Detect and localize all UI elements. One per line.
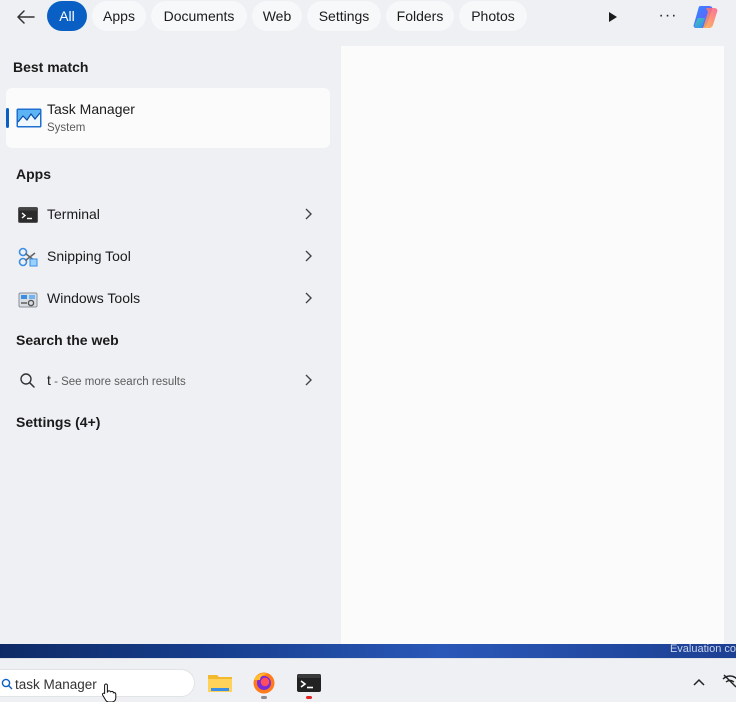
web-search-result[interactable]: t - See more search results	[6, 361, 330, 399]
copilot-icon	[693, 6, 718, 28]
scroll-tabs-button[interactable]	[602, 6, 624, 28]
tab-folders[interactable]: Folders	[386, 1, 454, 31]
terminal-running-indicator	[306, 696, 312, 699]
best-match-result[interactable]: Task Manager System	[6, 88, 330, 148]
apps-heading: Apps	[16, 166, 51, 182]
tab-apps[interactable]: Apps	[92, 1, 146, 31]
taskbar-search-input[interactable]	[15, 674, 175, 694]
network-disconnected-icon[interactable]	[722, 673, 736, 689]
tab-photos[interactable]: Photos	[459, 1, 527, 31]
app-result-snipping-tool[interactable]: Snipping Tool	[6, 237, 330, 275]
taskbar-search-box[interactable]	[0, 669, 195, 697]
chevron-right-icon[interactable]	[304, 250, 312, 262]
app-result-terminal[interactable]: Terminal	[6, 195, 330, 233]
snipping-tool-icon	[18, 247, 38, 267]
firefox-running-indicator	[261, 696, 267, 699]
app-label: Terminal	[47, 206, 100, 222]
chevron-right-icon[interactable]	[304, 374, 312, 386]
terminal-icon	[18, 207, 38, 223]
more-options-button[interactable]: ···	[655, 5, 681, 27]
web-search-hint: - See more search results	[50, 376, 186, 388]
back-arrow-icon	[17, 10, 35, 24]
evaluation-watermark: Evaluation co	[669, 644, 736, 655]
search-icon	[20, 373, 35, 388]
more-icon: ···	[658, 7, 678, 24]
preview-pane	[341, 46, 724, 644]
search-icon	[1, 678, 13, 690]
chevron-up-icon[interactable]	[692, 677, 706, 687]
file-explorer-icon[interactable]	[207, 671, 233, 695]
tab-documents[interactable]: Documents	[151, 1, 247, 31]
search-web-heading: Search the web	[16, 332, 119, 348]
chevron-right-icon[interactable]	[304, 292, 312, 304]
desktop-wallpaper: Evaluation co	[0, 644, 736, 658]
chevron-right-icon[interactable]	[304, 208, 312, 220]
best-match-subtitle: System	[47, 122, 86, 134]
web-search-label: t - See more search results	[47, 372, 186, 388]
hand-cursor-icon	[101, 683, 117, 702]
tab-all[interactable]: All	[47, 1, 87, 31]
app-label: Snipping Tool	[47, 248, 131, 264]
app-result-windows-tools[interactable]: Windows Tools	[6, 279, 330, 317]
copilot-button[interactable]	[692, 2, 722, 32]
terminal-taskbar-icon[interactable]	[296, 671, 322, 695]
firefox-icon[interactable]	[251, 671, 277, 695]
search-filter-bar: All Apps Documents Web Settings Folders …	[0, 0, 736, 34]
selection-indicator	[6, 108, 9, 128]
play-icon	[609, 12, 617, 22]
settings-heading[interactable]: Settings (4+)	[16, 414, 100, 430]
taskbar	[0, 658, 736, 702]
task-manager-icon	[16, 108, 42, 128]
best-match-title: Task Manager	[47, 101, 135, 117]
back-button[interactable]	[12, 5, 40, 29]
best-match-heading: Best match	[13, 59, 89, 75]
tab-settings[interactable]: Settings	[307, 1, 381, 31]
windows-tools-icon	[18, 292, 38, 308]
tab-web[interactable]: Web	[252, 1, 302, 31]
app-label: Windows Tools	[47, 290, 141, 306]
